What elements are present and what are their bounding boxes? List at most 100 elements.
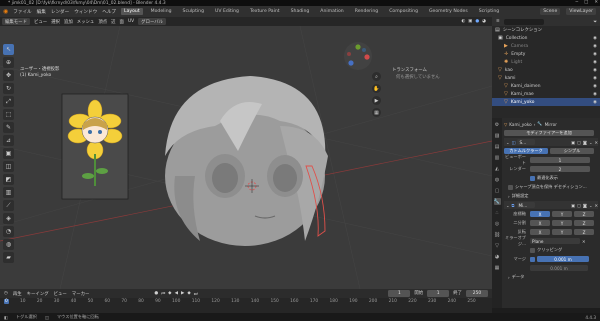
mode-selector[interactable]: 編集モード (2, 18, 30, 25)
optimal-display-checkbox[interactable] (530, 175, 535, 181)
constraints-tab-icon[interactable]: ⛓ (494, 231, 501, 238)
data-tab-icon[interactable]: ▽ (494, 242, 501, 249)
tab-modeling[interactable]: Modeling (148, 8, 175, 15)
menu-edit[interactable]: 編集 (37, 9, 46, 15)
eye-icon[interactable]: ◉ (593, 92, 597, 97)
remove-modifier-icon[interactable]: ✕ (594, 140, 598, 145)
vp-menu-select[interactable]: 選択 (51, 19, 60, 25)
render-toggle-icon[interactable]: ◙ (583, 203, 587, 208)
tab-texture-paint[interactable]: Texture Paint (247, 8, 283, 15)
eye-icon[interactable]: ◉ (593, 100, 597, 105)
output-tab-icon[interactable]: ▤ (494, 143, 501, 150)
menu-render[interactable]: レンダー (51, 9, 69, 15)
viewport-toggle-icon[interactable]: ▢ (577, 140, 581, 145)
merge-distance-field[interactable]: 0.001 m (537, 255, 589, 263)
measure-tool-icon[interactable]: ⊿ (3, 135, 14, 146)
viewport-toggle-icon[interactable]: ▢ (577, 203, 581, 208)
eye-icon[interactable]: ◉ (593, 60, 597, 65)
subdiv-render-field[interactable]: 2 (530, 165, 590, 173)
tab-uv-editing[interactable]: UV Editing (212, 8, 242, 15)
playhead[interactable]: 0 (4, 299, 9, 304)
mirror-object-field[interactable]: Plane (530, 237, 580, 245)
outliner-item-kami-mae[interactable]: ▽ Kami_mae ◉ (492, 90, 600, 98)
transform-orientation[interactable]: グローバル (138, 18, 167, 25)
remove-field-icon[interactable]: ✕ (582, 239, 586, 244)
tab-scripting[interactable]: Scripting (476, 8, 502, 15)
tl-menu-keying[interactable]: キーイング (27, 291, 49, 297)
scene-tab-icon[interactable]: ◭ (494, 165, 501, 172)
subdiv-viewport-field[interactable]: 1 (530, 156, 590, 164)
knife-tool-icon[interactable]: ⟋ (3, 200, 14, 211)
grid-view-icon[interactable]: ▦ (372, 108, 381, 117)
menu-file[interactable]: ファイル (13, 9, 31, 15)
simple-button[interactable]: シンプル (550, 147, 594, 155)
current-frame-field[interactable]: 1 (388, 290, 411, 297)
outliner-item-camera[interactable]: ▶ Camera ◉ (492, 42, 600, 50)
annotate-tool-icon[interactable]: ✎ (3, 122, 14, 133)
mirror-name-field[interactable]: Mi... (516, 201, 535, 209)
vp-menu-vertex[interactable]: 頂点 (98, 19, 107, 25)
world-tab-icon[interactable]: ◍ (494, 176, 501, 183)
texture-tab-icon[interactable]: ▦ (494, 264, 501, 271)
object-tab-icon[interactable]: ▢ (494, 187, 501, 194)
select-tool-icon[interactable]: ↖ (3, 44, 14, 55)
eye-icon[interactable]: ◉ (593, 76, 597, 81)
vp-menu-uv[interactable]: UV (128, 19, 134, 24)
close-button[interactable]: ✕ (594, 0, 598, 5)
timeline-ruler[interactable]: 0 10 20 30 40 50 60 70 80 90 100 110 120… (0, 298, 492, 305)
outliner-item-kami[interactable]: ▽ kami ◉ (492, 74, 600, 82)
bisect-z-toggle[interactable]: Z (574, 219, 594, 227)
chevron-down-icon[interactable]: ⌄ (506, 203, 510, 208)
flip-y-toggle[interactable]: Y (552, 228, 572, 236)
play-reverse-icon[interactable]: ◀ (175, 291, 178, 297)
xray-icon[interactable]: ▣ (468, 19, 472, 24)
eye-icon[interactable]: ◉ (593, 36, 597, 41)
rotate-tool-icon[interactable]: ↻ (3, 83, 14, 94)
scene-selector[interactable]: Scene (540, 8, 561, 15)
modifier-menu-icon[interactable]: ⌄ (589, 203, 593, 208)
camera-view-icon[interactable]: ▶ (372, 96, 381, 105)
move-tool-icon[interactable]: ✥ (3, 70, 14, 81)
clipping-checkbox[interactable] (530, 247, 535, 253)
render-toggle-icon[interactable]: ◙ (583, 140, 587, 145)
shading-material-icon[interactable]: ◕ (482, 19, 486, 24)
tab-rendering[interactable]: Rendering (352, 8, 381, 15)
menu-window[interactable]: ウィンドウ (74, 9, 97, 15)
flip-z-toggle[interactable]: Z (574, 228, 594, 236)
overlay-icon[interactable]: ◐ (461, 19, 465, 24)
eye-icon[interactable]: ◉ (593, 84, 597, 89)
edit-mode-toggle-icon[interactable]: ▣ (571, 140, 575, 145)
bisect-x-toggle[interactable]: X (530, 219, 550, 227)
outliner-item-collection[interactable]: ▣ Collection ◉ (492, 34, 600, 42)
edit-mode-toggle-icon[interactable]: ▣ (571, 203, 575, 208)
merge-distance-field-2[interactable]: 0.001 m (530, 264, 588, 272)
physics-tab-icon[interactable]: ◎ (494, 220, 501, 227)
inset-tool-icon[interactable]: ◫ (3, 161, 14, 172)
tl-menu-view[interactable]: ビュー (54, 291, 67, 297)
smooth-tool-icon[interactable]: ◍ (3, 239, 14, 250)
cursor-tool-icon[interactable]: ⊕ (3, 57, 14, 68)
subdiv-name-field[interactable]: S... (517, 138, 536, 146)
play-icon[interactable]: ▶ (181, 291, 184, 297)
tl-menu-marker[interactable]: マーカー (72, 291, 90, 297)
merge-checkbox[interactable] (530, 256, 535, 262)
axis-x-toggle[interactable]: X (530, 210, 550, 218)
particles-tab-icon[interactable]: ∴ (494, 209, 501, 216)
modifier-menu-icon[interactable]: ⌄ (589, 140, 593, 145)
polybuild-tool-icon[interactable]: ◈ (3, 213, 14, 224)
vp-menu-view[interactable]: ビュー (34, 19, 47, 25)
funnel-icon[interactable]: ⏷ (593, 19, 597, 25)
remove-modifier-icon[interactable]: ✕ (594, 203, 598, 208)
modifier-tab-icon[interactable]: 🔧 (493, 198, 501, 205)
zoom-icon[interactable]: ⌕ (372, 72, 381, 81)
bevel-tool-icon[interactable]: ◩ (3, 174, 14, 185)
outliner-search-input[interactable] (503, 18, 544, 25)
end-frame-field[interactable]: 250 (466, 290, 488, 297)
loopcut-tool-icon[interactable]: ▥ (3, 187, 14, 198)
minimize-button[interactable]: ─ (576, 0, 579, 5)
eye-icon[interactable]: ◉ (593, 44, 597, 49)
view-layer-selector[interactable]: ViewLayer (566, 8, 596, 15)
material-tab-icon[interactable]: ◕ (494, 253, 501, 260)
eye-icon[interactable]: ◉ (593, 68, 597, 73)
detail-settings-row[interactable]: › 詳細設定 (504, 192, 598, 200)
